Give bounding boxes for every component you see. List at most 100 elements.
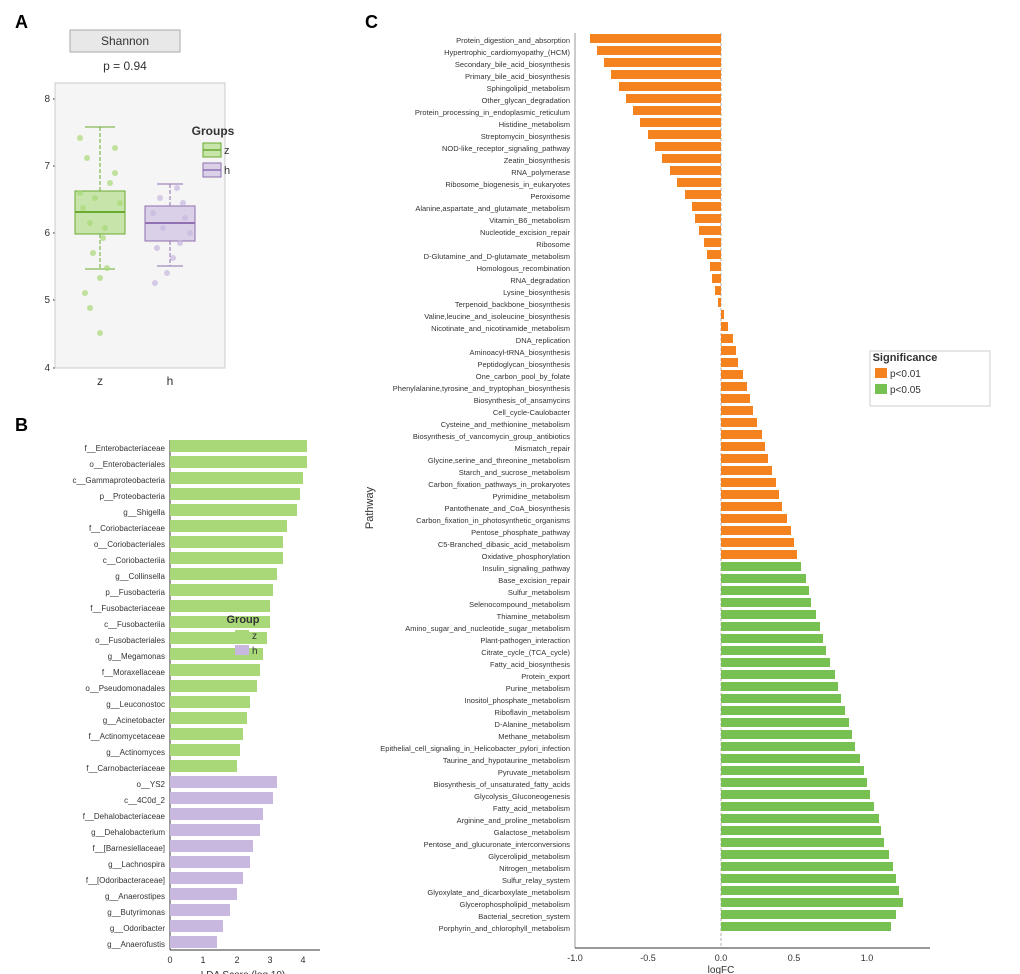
svg-text:Histidine_metabolism: Histidine_metabolism (499, 120, 570, 129)
svg-text:g__Collinsella: g__Collinsella (115, 572, 165, 581)
svg-text:D-Alanine_metabolism: D-Alanine_metabolism (495, 720, 570, 729)
svg-text:Cell_cycle-Caulobacter: Cell_cycle-Caulobacter (493, 408, 571, 417)
svg-text:g__Lachnospira: g__Lachnospira (108, 860, 165, 869)
svg-text:Epithelial_cell_signaling_in_H: Epithelial_cell_signaling_in_Helicobacte… (380, 744, 570, 753)
svg-text:Porphyrin_and_chlorophyll_meta: Porphyrin_and_chlorophyll_metabolism (439, 924, 570, 933)
svg-text:c__Gammaproteobacteria: c__Gammaproteobacteria (73, 476, 166, 485)
svg-text:g__Leuconostoc: g__Leuconostoc (106, 700, 165, 709)
svg-text:Pyrimidine_metabolism: Pyrimidine_metabolism (492, 492, 570, 501)
svg-text:6: 6 (44, 228, 50, 239)
svg-text:f__Moraxellaceae: f__Moraxellaceae (102, 668, 166, 677)
svg-text:z: z (252, 631, 257, 642)
svg-text:Selenocompound_metabolism: Selenocompound_metabolism (469, 600, 570, 609)
svg-text:4: 4 (300, 955, 305, 965)
svg-text:RNA_polymerase: RNA_polymerase (511, 168, 570, 177)
svg-text:g__Shigella: g__Shigella (123, 508, 165, 517)
svg-text:Biosynthesis_of_vancomycin_gro: Biosynthesis_of_vancomycin_group_antibio… (413, 432, 570, 441)
svg-text:Glycolysis_Gluconeogenesis: Glycolysis_Gluconeogenesis (474, 792, 570, 801)
svg-text:g__Dehalobacterium: g__Dehalobacterium (91, 828, 165, 837)
panel-a-title: Shannon (101, 34, 149, 48)
svg-text:3: 3 (267, 955, 272, 965)
svg-text:0.5: 0.5 (788, 953, 801, 963)
svg-text:Purine_metabolism: Purine_metabolism (506, 684, 570, 693)
svg-text:0: 0 (167, 955, 172, 965)
svg-text:Biosynthesis_of_unsaturated_fa: Biosynthesis_of_unsaturated_fatty_acids (434, 780, 571, 789)
svg-text:Sulfur_relay_system: Sulfur_relay_system (502, 876, 570, 885)
svg-text:Significance: Significance (873, 352, 938, 364)
svg-text:Plant-pathogen_interaction: Plant-pathogen_interaction (480, 636, 570, 645)
svg-text:p<0.01: p<0.01 (890, 369, 921, 380)
svg-text:Pyruvate_metabolism: Pyruvate_metabolism (498, 768, 570, 777)
svg-text:Peroxisome: Peroxisome (530, 192, 570, 201)
svg-text:-0.5: -0.5 (640, 953, 656, 963)
svg-text:Methane_metabolism: Methane_metabolism (498, 732, 570, 741)
svg-text:f__[Barnesiellaceae]: f__[Barnesiellaceae] (93, 844, 166, 853)
svg-text:Glycine,serine_and_threonine_m: Glycine,serine_and_threonine_metabolism (428, 456, 570, 465)
svg-text:Secondary_bile_acid_biosynthes: Secondary_bile_acid_biosynthesis (455, 60, 570, 69)
svg-text:p__Fusobacteria: p__Fusobacteria (105, 588, 165, 597)
svg-text:Valine,leucine_and_isoleucine_: Valine,leucine_and_isoleucine_biosynthes… (424, 312, 570, 321)
svg-text:Carbon_fixation_in_photosynthe: Carbon_fixation_in_photosynthetic_organi… (416, 516, 570, 525)
svg-text:p__Proteobacteria: p__Proteobacteria (100, 492, 166, 501)
svg-text:Glycerophospholipid_metabolism: Glycerophospholipid_metabolism (460, 900, 570, 909)
svg-text:Insulin_signaling_pathway: Insulin_signaling_pathway (482, 564, 570, 573)
svg-text:Glyoxylate_and_dicarboxylate_m: Glyoxylate_and_dicarboxylate_metabolism (427, 888, 570, 897)
svg-text:Protein_export: Protein_export (521, 672, 571, 681)
svg-text:Glycerolipid_metabolism: Glycerolipid_metabolism (488, 852, 570, 861)
svg-text:5: 5 (44, 295, 50, 306)
svg-text:Cysteine_and_methionine_metabo: Cysteine_and_methionine_metabolism (441, 420, 570, 429)
svg-text:o__Coriobacteriales: o__Coriobacteriales (94, 540, 165, 549)
svg-text:g__Odoribacter: g__Odoribacter (110, 924, 165, 933)
svg-text:RNA_degradation: RNA_degradation (510, 276, 570, 285)
panel-b-chart: 0 1 2 3 4 LDA Score (log 10) f__Enteroba… (15, 430, 355, 965)
svg-text:Ribosome_biogenesis_in_eukaryo: Ribosome_biogenesis_in_eukaryotes (445, 180, 570, 189)
svg-text:g__Butyrimonas: g__Butyrimonas (107, 908, 165, 917)
svg-text:Pentose_and_glucuronate_interc: Pentose_and_glucuronate_interconversions (424, 840, 571, 849)
svg-text:f__[Odoribacteraceae]: f__[Odoribacteraceae] (86, 876, 165, 885)
svg-text:Peptidoglycan_biosynthesis: Peptidoglycan_biosynthesis (477, 360, 570, 369)
svg-text:Zeatin_biosynthesis: Zeatin_biosynthesis (504, 156, 571, 165)
svg-text:Fatty_acid_metabolism: Fatty_acid_metabolism (493, 804, 570, 813)
svg-text:8: 8 (44, 94, 50, 105)
svg-text:f__Enterobacteriaceae: f__Enterobacteriaceae (85, 444, 166, 453)
svg-text:DNA_replication: DNA_replication (516, 336, 570, 345)
svg-text:c__4C0d_2: c__4C0d_2 (124, 796, 165, 805)
svg-text:h: h (224, 165, 230, 177)
svg-text:Aminoacyl-tRNA_biosynthesis: Aminoacyl-tRNA_biosynthesis (470, 348, 571, 357)
svg-text:Amino_sugar_and_nucleotide_sug: Amino_sugar_and_nucleotide_sugar_metabol… (405, 624, 570, 633)
svg-text:p<0.05: p<0.05 (890, 385, 921, 396)
svg-text:g__Anaerostipes: g__Anaerostipes (105, 892, 165, 901)
svg-text:0.0: 0.0 (715, 953, 728, 963)
svg-text:Fatty_acid_biosynthesis: Fatty_acid_biosynthesis (490, 660, 570, 669)
svg-text:1: 1 (200, 955, 205, 965)
svg-text:Vitamin_B6_metabolism: Vitamin_B6_metabolism (489, 216, 570, 225)
svg-text:logFC: logFC (708, 965, 735, 974)
panel-a-pvalue: p = 0.94 (103, 59, 147, 73)
svg-text:c__Coriobacteriia: c__Coriobacteriia (103, 556, 166, 565)
svg-text:Oxidative_phosphorylation: Oxidative_phosphorylation (482, 552, 570, 561)
panel-c-chart: Pathway -1.0 -0.5 0.0 0.5 1.0 logFC Prot… (365, 28, 1010, 968)
svg-text:Hypertrophic_cardiomyopathy_(H: Hypertrophic_cardiomyopathy_(HCM) (444, 48, 570, 57)
svg-text:D-Glutamine_and_D-glutamate_me: D-Glutamine_and_D-glutamate_metabolism (424, 252, 570, 261)
svg-text:Taurine_and_hypotaurine_metabo: Taurine_and_hypotaurine_metabolism (443, 756, 570, 765)
svg-text:f__Carnobacteriaceae: f__Carnobacteriaceae (86, 764, 165, 773)
svg-text:g__Megamonas: g__Megamonas (108, 652, 165, 661)
svg-text:Primary_bile_acid_biosynthesis: Primary_bile_acid_biosynthesis (465, 72, 570, 81)
svg-text:g__Anaerofustis: g__Anaerofustis (107, 940, 165, 949)
svg-text:Biosynthesis_of_ansamycins: Biosynthesis_of_ansamycins (474, 396, 571, 405)
svg-text:Inositol_phosphate_metabolism: Inositol_phosphate_metabolism (465, 696, 570, 705)
panel-a-chart: Shannon p = 0.94 4 5 6 7 8 (15, 28, 290, 408)
svg-text:Citrate_cycle_(TCA_cycle): Citrate_cycle_(TCA_cycle) (481, 648, 570, 657)
svg-text:o__Pseudomonadales: o__Pseudomonadales (85, 684, 165, 693)
svg-text:Base_excision_repair: Base_excision_repair (498, 576, 570, 585)
svg-text:Galactose_metabolism: Galactose_metabolism (494, 828, 570, 837)
svg-text:C5-Branched_dibasic_acid_metab: C5-Branched_dibasic_acid_metabolism (438, 540, 570, 549)
svg-text:o__Enterobacteriales: o__Enterobacteriales (89, 460, 165, 469)
svg-text:o__YS2: o__YS2 (137, 780, 166, 789)
svg-text:Group: Group (227, 614, 260, 626)
svg-text:Streptomycin_biosynthesis: Streptomycin_biosynthesis (481, 132, 570, 141)
svg-text:Nitrogen_metabolism: Nitrogen_metabolism (499, 864, 570, 873)
svg-text:Carbon_fixation_pathways_in_pr: Carbon_fixation_pathways_in_prokaryotes (428, 480, 570, 489)
svg-text:f__Actinomycetaceae: f__Actinomycetaceae (89, 732, 166, 741)
svg-text:Lysine_biosynthesis: Lysine_biosynthesis (503, 288, 570, 297)
